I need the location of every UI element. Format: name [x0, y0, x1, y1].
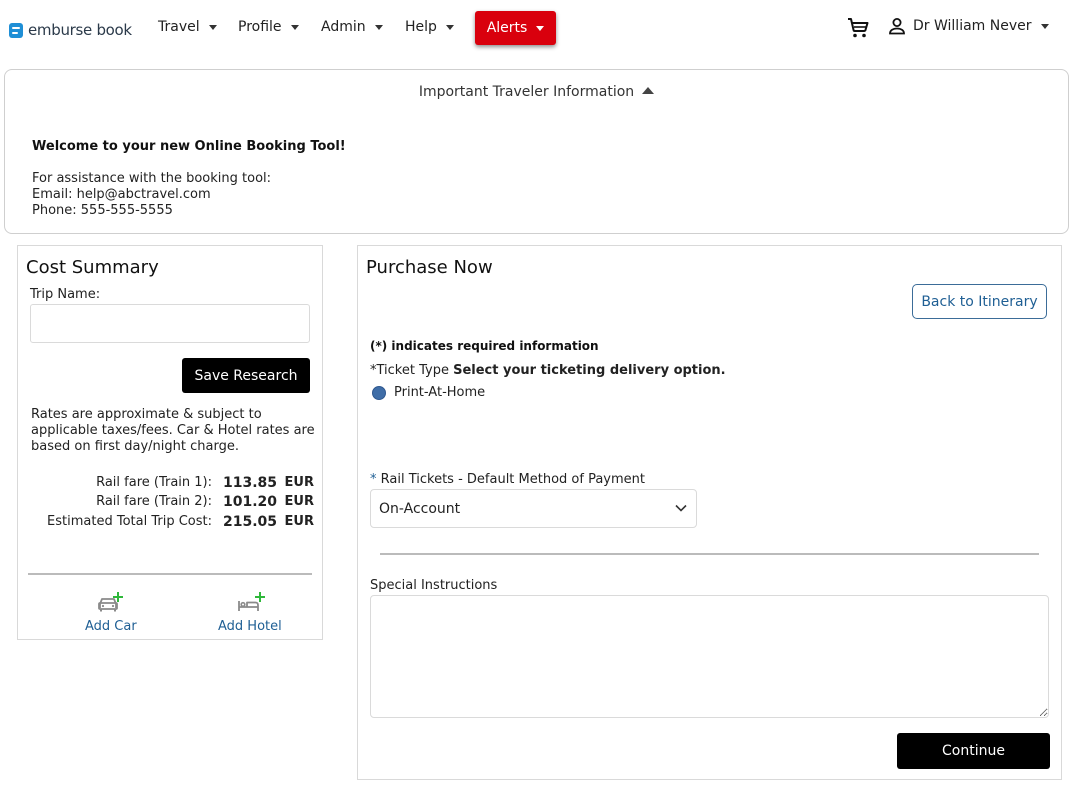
add-car-label: Add Car [85, 619, 137, 634]
special-instructions-textarea[interactable] [370, 595, 1049, 718]
traveler-info-toggle[interactable]: Important Traveler Information [5, 84, 1068, 100]
caret-down-icon [374, 25, 383, 30]
menu-profile[interactable]: Profile [238, 19, 299, 35]
fare-currency: EUR [284, 494, 314, 509]
alerts-button[interactable]: Alerts [475, 11, 556, 45]
caret-down-icon [208, 25, 217, 30]
payment-method-select[interactable]: On-Account [370, 489, 697, 528]
ticket-option-print-at-home[interactable]: Print-At-Home [372, 385, 485, 400]
continue-button[interactable]: Continue [897, 733, 1050, 769]
assist-phone: Phone: 555-555-5555 [32, 203, 173, 218]
traveler-info-panel: Important Traveler Information Welcome t… [4, 69, 1069, 234]
menu-travel-label: Travel [158, 19, 200, 35]
menu-admin-label: Admin [321, 19, 366, 35]
cost-summary-title: Cost Summary [26, 257, 159, 278]
cost-divider [28, 573, 312, 575]
purchase-title: Purchase Now [366, 257, 493, 278]
assist-line: For assistance with the booking tool: [32, 171, 272, 186]
fare-currency: EUR [284, 514, 314, 529]
rates-note: Rates are approximate & subject to appli… [31, 407, 315, 454]
fare-amount: 101.20 [222, 494, 277, 510]
purchase-panel: Purchase Now Back to Itinerary (*) indic… [357, 245, 1062, 780]
fare-currency: EUR [284, 475, 314, 490]
emburse-logo[interactable]: emburse book [9, 20, 132, 40]
logo-product: book [96, 21, 132, 39]
ticket-type-prefix: *Ticket Type [370, 363, 449, 378]
welcome-message: Welcome to your new Online Booking Tool! [32, 139, 346, 154]
logo-icon [9, 22, 23, 38]
fare-label: Rail fare (Train 2): [96, 494, 212, 509]
menu-admin[interactable]: Admin [321, 19, 383, 35]
assist-email: Email: help@abctravel.com [32, 187, 211, 202]
fare-row-train-2: Rail fare (Train 2): 101.20 EUR [18, 494, 318, 512]
shopping-cart-icon[interactable] [846, 16, 870, 40]
alerts-label: Alerts [486, 20, 528, 36]
hotel-bed-plus-icon [237, 592, 265, 611]
caret-down-icon [1040, 24, 1049, 29]
menu-travel[interactable]: Travel [158, 19, 217, 35]
special-instructions-label: Special Instructions [370, 578, 498, 593]
ticket-option-label: Print-At-Home [394, 385, 486, 400]
fare-amount: 113.85 [222, 475, 277, 491]
section-divider [380, 553, 1039, 555]
menu-help-label: Help [405, 19, 437, 35]
logo-brand: emburse [28, 21, 92, 39]
payment-method-value: On-Account [379, 500, 461, 517]
required-note: (*) indicates required information [370, 339, 599, 353]
fare-label: Rail fare (Train 1): [96, 475, 212, 490]
ticket-type-instruction: Select your ticketing delivery option. [453, 363, 726, 378]
user-icon [889, 18, 905, 35]
save-research-button[interactable]: Save Research [182, 358, 310, 393]
menu-profile-label: Profile [238, 19, 282, 35]
caret-up-icon [642, 87, 655, 94]
payment-method-label-text: Rail Tickets - Default Method of Payment [380, 472, 645, 487]
caret-down-icon [445, 25, 454, 30]
chevron-down-icon [675, 504, 687, 512]
fare-label: Estimated Total Trip Cost: [47, 514, 212, 529]
add-car-button[interactable]: Add Car [85, 591, 137, 634]
top-navbar: emburse book Travel Profile Admin Help A… [0, 0, 1073, 60]
car-plus-icon [97, 592, 123, 612]
caret-down-icon [536, 26, 545, 31]
traveler-info-title: Important Traveler Information [418, 84, 635, 100]
radio-selected-icon[interactable] [372, 385, 386, 400]
caret-down-icon [290, 25, 299, 30]
add-hotel-button[interactable]: Add Hotel [218, 591, 282, 634]
cost-summary-panel: Cost Summary Trip Name: Save Research Ra… [17, 245, 323, 640]
fare-row-total: Estimated Total Trip Cost: 215.05 EUR [18, 514, 318, 532]
add-hotel-label: Add Hotel [218, 619, 282, 634]
fare-amount: 215.05 [222, 514, 277, 530]
assistance-info: For assistance with the booking tool: Em… [32, 171, 271, 219]
user-name: Dr William Never [913, 18, 1032, 34]
required-asterisk: * [370, 472, 377, 487]
menu-help[interactable]: Help [405, 19, 454, 35]
user-menu[interactable]: Dr William Never [888, 17, 1049, 35]
fare-row-train-1: Rail fare (Train 1): 113.85 EUR [18, 475, 318, 493]
trip-name-label: Trip Name: [30, 287, 101, 302]
trip-name-input[interactable] [30, 304, 310, 343]
back-to-itinerary-button[interactable]: Back to Itinerary [912, 284, 1047, 319]
payment-method-label: * Rail Tickets - Default Method of Payme… [370, 472, 645, 487]
ticket-type-label: *Ticket Type Select your ticketing deliv… [370, 363, 726, 378]
